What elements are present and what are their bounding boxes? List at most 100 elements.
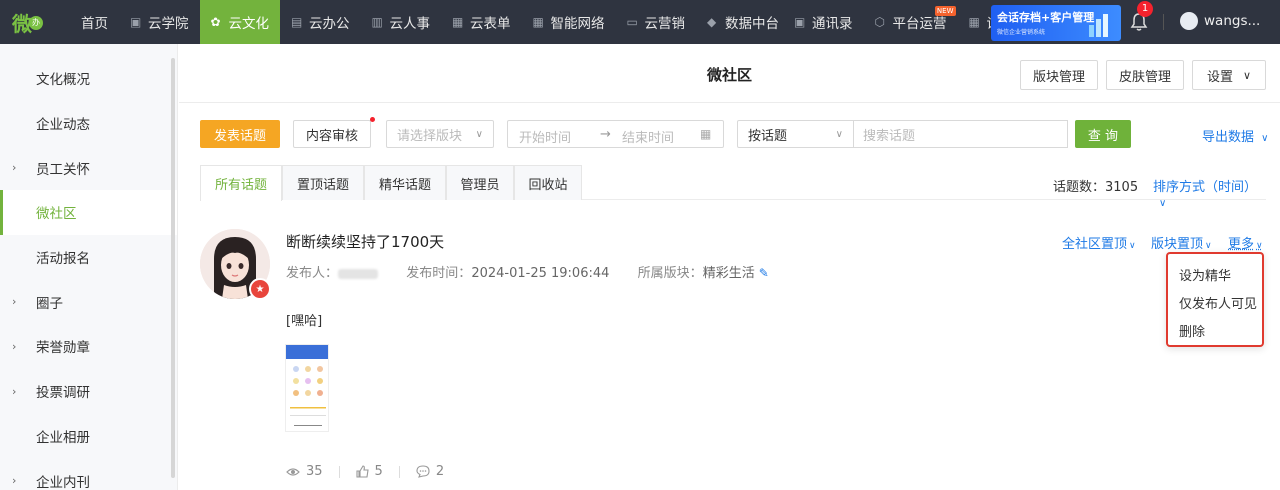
settings-dropdown[interactable]: 设置 ∨ [1192, 60, 1266, 90]
promo-title: 会话存档+客户管理 [997, 11, 1094, 24]
sidebar-item-employee-care[interactable]: › 员工关怀 [0, 145, 177, 190]
sidebar-item-honor-medals[interactable]: › 荣誉勋章 [0, 324, 177, 369]
block-pin-action[interactable]: 版块置顶 ∨ [1151, 233, 1212, 252]
search-type-select[interactable]: 按话题 ∨ [737, 120, 854, 148]
divider [399, 466, 400, 478]
logo[interactable]: 微 办 [0, 0, 70, 44]
content-review-button[interactable]: 内容审核 [293, 120, 371, 148]
nav-item-home[interactable]: 首页 [70, 0, 119, 44]
chevron-down-icon: ∨ [1261, 133, 1268, 144]
avatar [1180, 12, 1198, 30]
menu-item-author-only[interactable]: 仅发布人可见 [1168, 288, 1262, 316]
post-stats: 35 5 2 [286, 464, 460, 479]
chevron-down-icon: ∨ [476, 129, 483, 140]
nav-label: 智能网络 [551, 12, 605, 32]
tab-recycle-bin[interactable]: 回收站 [514, 165, 582, 200]
sidebar-item-company-album[interactable]: 企业相册 [0, 414, 177, 459]
export-data-link[interactable]: 导出数据 ∨ [1202, 126, 1268, 145]
nav-item-hr[interactable]: ▥ 云人事 [361, 0, 442, 44]
search-type-label: 按话题 [748, 125, 787, 144]
nav-label: 云营销 [645, 12, 686, 32]
chevron-right-icon: › [12, 295, 16, 308]
post-topic-button[interactable]: 发表话题 [200, 120, 280, 148]
nav-item-marketing[interactable]: ▭ 云营销 [616, 0, 697, 44]
nav-item-culture[interactable]: ✿ 云文化 [200, 0, 281, 44]
post-image-thumbnail[interactable] [285, 344, 329, 432]
block-value: 精彩生活 [703, 266, 755, 281]
sidebar-item-label: 企业动态 [36, 113, 90, 133]
skin-manage-button[interactable]: 皮肤管理 [1106, 60, 1184, 90]
gear-flower-icon: ✿ [211, 16, 224, 28]
sidebar-scrollbar[interactable] [171, 58, 175, 478]
settings-label: 设置 [1207, 66, 1233, 85]
nav-label: 云办公 [309, 12, 350, 32]
more-action[interactable]: 更多 ∨ [1228, 233, 1263, 252]
nav-item-network[interactable]: ▦ 智能网络 [522, 0, 616, 44]
id-card-icon: ▥ [372, 16, 385, 28]
chevron-down-icon: ∨ [1256, 241, 1263, 251]
more-label: 更多 [1228, 237, 1254, 252]
community-pin-action[interactable]: 全社区置顶 ∨ [1062, 233, 1136, 252]
chevron-down-icon: ∨ [1243, 69, 1251, 82]
sidebar-item-label: 员工关怀 [36, 158, 90, 178]
review-dot-badge [370, 117, 375, 122]
page-header: 微社区 版块管理 皮肤管理 设置 ∨ [179, 44, 1280, 103]
comment-icon [416, 465, 430, 478]
chart-bars-icon [1087, 11, 1115, 37]
sidebar-item-company-news[interactable]: 企业动态 [0, 101, 177, 146]
post-meta: 发布人： 发布时间：2024-01-25 19:06:44 所属版块：精彩生活 ✎ [286, 262, 769, 281]
sort-label: 排序方式（时间） [1153, 180, 1257, 195]
sidebar-item-label: 文化概况 [36, 68, 90, 88]
sort-dropdown[interactable]: 排序方式（时间） ∨ [1153, 176, 1266, 210]
nav-item-platform[interactable]: ⬡ 平台运营 NEW [864, 0, 958, 44]
sidebar-item-voting-survey[interactable]: › 投票调研 [0, 369, 177, 414]
calendar-icon: ▦ [700, 127, 711, 141]
sidebar-item-culture-overview[interactable]: 文化概况 [0, 56, 177, 101]
query-button[interactable]: 查 询 [1075, 120, 1131, 148]
nav-label: 云文化 [229, 12, 270, 32]
topic-count-label: 话题数： [1053, 180, 1105, 195]
nav-item-contacts[interactable]: ▣ 通讯录 [783, 0, 864, 44]
promo-banner[interactable]: 会话存档+客户管理 微信企业营销系统 [991, 5, 1121, 41]
tab-all-topics[interactable]: 所有话题 [200, 165, 282, 201]
sidebar-item-micro-community[interactable]: 微社区 [0, 190, 177, 235]
post-title[interactable]: 断断续续坚持了1700天 [286, 231, 444, 252]
chevron-right-icon: › [12, 161, 16, 174]
export-label: 导出数据 [1202, 130, 1254, 145]
sidebar-item-label: 荣誉勋章 [36, 336, 90, 356]
menu-item-set-featured[interactable]: 设为精华 [1168, 260, 1262, 288]
block-pin-label: 版块置顶 [1151, 237, 1203, 252]
comments-stat[interactable]: 2 [416, 464, 444, 479]
nav-item-office[interactable]: ▤ 云办公 [280, 0, 361, 44]
end-date-input[interactable]: 结束时间 [622, 127, 674, 146]
cube-icon: ◆ [707, 16, 720, 28]
sidebar-item-label: 微社区 [36, 202, 77, 222]
user-menu[interactable]: wangs... [1180, 12, 1260, 30]
search-input[interactable]: 搜索话题 [853, 120, 1068, 148]
nav-item-data[interactable]: ◆ 数据中台 [696, 0, 783, 44]
sidebar-item-label: 企业内刊 [36, 471, 90, 490]
nav-item-forms[interactable]: ▦ 云表单 [441, 0, 522, 44]
tab-featured-topics[interactable]: 精华话题 [364, 165, 446, 200]
sidebar-item-label: 投票调研 [36, 381, 90, 401]
start-date-input[interactable]: 开始时间 [519, 127, 571, 146]
likes-stat[interactable]: 5 [356, 464, 383, 479]
community-pin-label: 全社区置顶 [1062, 237, 1127, 252]
sidebar-item-event-signup[interactable]: 活动报名 [0, 235, 177, 280]
topic-count: 话题数：3105 [1053, 176, 1138, 195]
post-body: [嘿哈] [286, 310, 322, 329]
date-range-picker[interactable]: 开始时间 → 结束时间 ▦ [507, 120, 724, 148]
eye-icon [286, 467, 300, 477]
sidebar-item-internal-journal[interactable]: › 企业内刊 [0, 458, 177, 490]
sidebar-item-label: 活动报名 [36, 247, 90, 267]
notification-badge: 1 [1137, 1, 1153, 17]
tab-admins[interactable]: 管理员 [446, 165, 514, 200]
block-manage-button[interactable]: 版块管理 [1020, 60, 1098, 90]
topic-count-value: 3105 [1105, 180, 1138, 195]
nav-item-academy[interactable]: ▣ 云学院 [119, 0, 200, 44]
tab-pinned-topics[interactable]: 置顶话题 [282, 165, 364, 200]
edit-icon[interactable]: ✎ [759, 266, 769, 280]
block-select[interactable]: 请选择版块 ∨ [386, 120, 494, 148]
menu-item-delete[interactable]: 删除 [1168, 316, 1262, 344]
sidebar-item-circles[interactable]: › 圈子 [0, 279, 177, 324]
